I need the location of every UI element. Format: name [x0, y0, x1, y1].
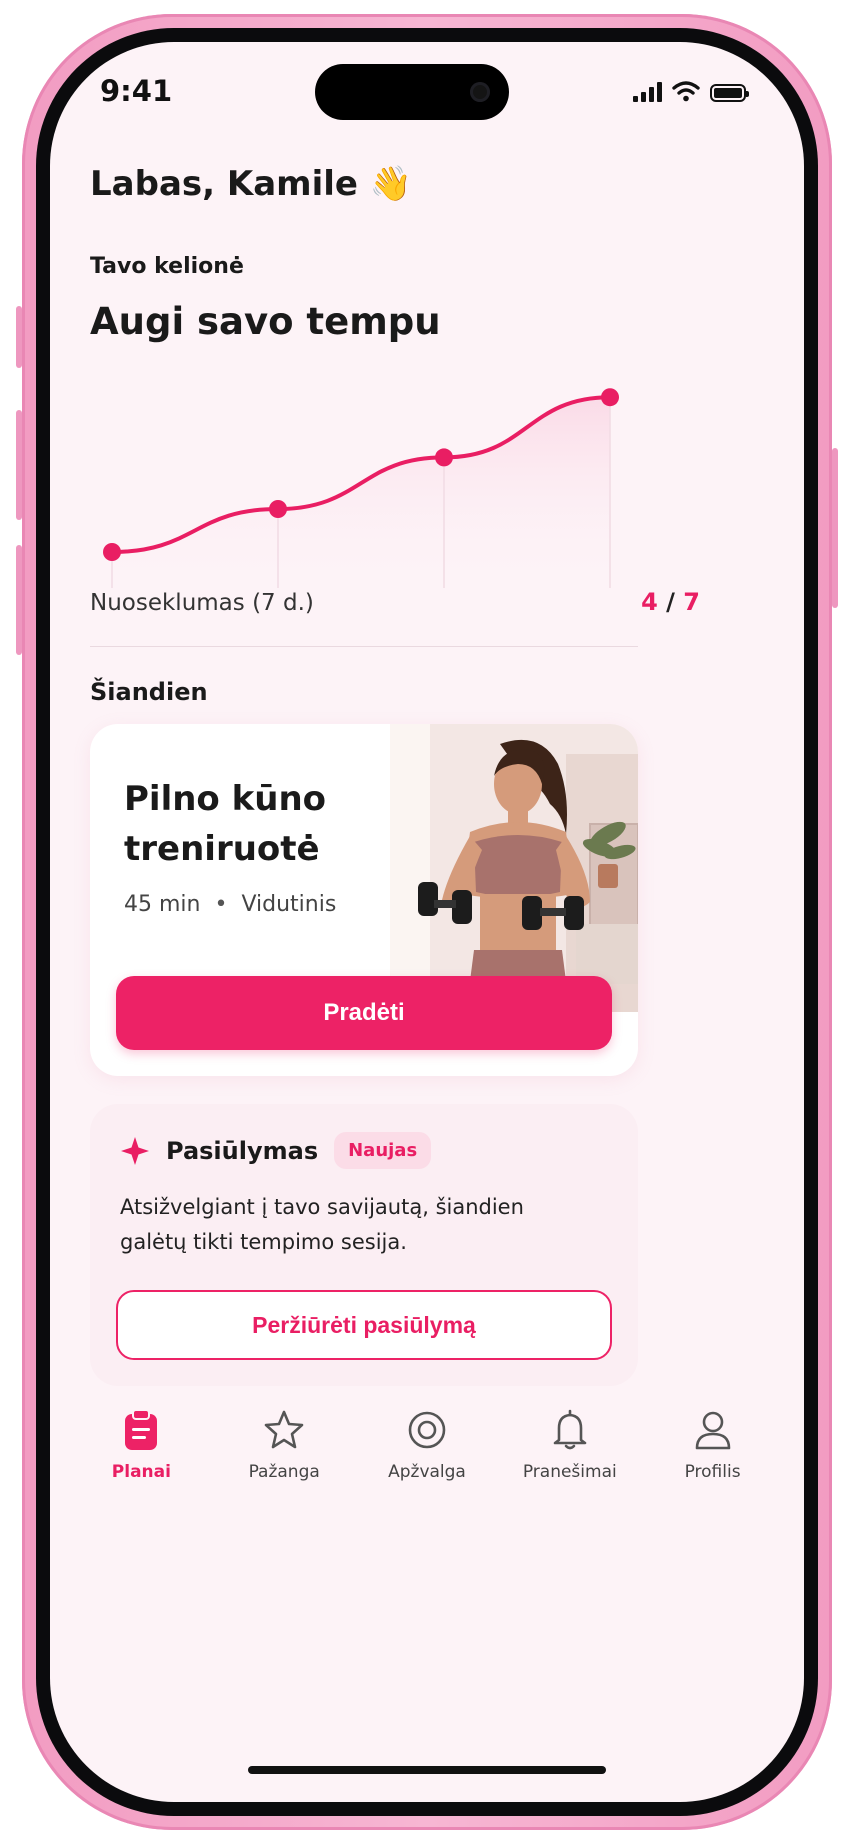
- workout-duration: 45 min: [124, 892, 201, 917]
- greeting: Labas, Kamile 👋: [90, 164, 413, 204]
- power-button: [832, 448, 838, 608]
- workout-meta: 45 min • Vidutinis: [124, 892, 336, 917]
- tab-apzvalga[interactable]: Apžvalga: [367, 1394, 487, 1534]
- start-button[interactable]: Pradėti: [116, 976, 612, 1050]
- tab-label-pazanga: Pažanga: [248, 1462, 320, 1482]
- clipboard-icon: [125, 1409, 158, 1450]
- chart-point-4: [601, 388, 619, 407]
- chart-point-1: [103, 543, 121, 561]
- status-icons: [633, 80, 749, 102]
- wifi-icon: [672, 81, 700, 102]
- journey-label: Tavo kelionė: [90, 254, 244, 279]
- consistency-label: Nuoseklumas (7 d.): [90, 590, 314, 616]
- status-time: 9:41: [100, 74, 173, 108]
- workout-title: Pilno kūno treniruotė: [124, 779, 327, 869]
- chart-area: [112, 397, 610, 588]
- meta-separator: •: [214, 892, 228, 917]
- tab-profilis[interactable]: Profilis: [653, 1394, 773, 1534]
- chart-point-2: [269, 500, 287, 518]
- camera-icon: [470, 82, 490, 102]
- action-button: [16, 306, 22, 368]
- tab-label-profilis: Profilis: [684, 1462, 741, 1482]
- tab-label-planai: Planai: [111, 1462, 171, 1482]
- progress-chart: [103, 388, 619, 588]
- consistency-done: 4: [641, 588, 658, 616]
- new-badge: Naujas: [334, 1132, 432, 1169]
- signal-icon: [633, 82, 662, 102]
- suggestion-header: Pasiūlymas Naujas: [120, 1132, 432, 1169]
- suggestion-text: Atsižvelgiant į tavo savijautą, šiandien…: [120, 1195, 524, 1254]
- divider: [90, 646, 638, 647]
- tab-label-apzvalga: Apžvalga: [388, 1462, 466, 1482]
- consistency-separator: /: [657, 588, 684, 616]
- consistency-total: 7: [683, 588, 700, 616]
- bell-icon: [553, 1409, 587, 1450]
- tab-bar: Planai Pažanga Apžvalga Pranešimai Profi…: [50, 1394, 804, 1534]
- battery-icon: [710, 84, 749, 102]
- workout-photo: [390, 724, 638, 1012]
- volume-down-button: [16, 545, 22, 655]
- user-icon: [695, 1411, 730, 1450]
- today-label: Šiandien: [90, 678, 208, 706]
- consistency-value: 4 / 7: [641, 588, 700, 616]
- tab-pazanga[interactable]: Pažanga: [224, 1394, 344, 1534]
- home-indicator: [248, 1766, 606, 1774]
- screen: 9:41 Labas, Kamile 👋 Tavo kelionė Augi s…: [50, 42, 804, 1802]
- target-icon: [408, 1411, 446, 1449]
- suggestion-card: Pasiūlymas Naujas Atsižvelgiant į tavo s…: [90, 1104, 638, 1386]
- tab-label-pranesimai: Pranešimai: [522, 1462, 617, 1482]
- chart-point-3: [435, 448, 453, 467]
- tab-pranesimai[interactable]: Pranešimai: [510, 1394, 630, 1534]
- workout-level: Vidutinis: [241, 892, 337, 917]
- star-icon: [264, 1410, 304, 1449]
- sparkle-icon: [121, 1136, 149, 1165]
- volume-up-button: [16, 410, 22, 520]
- view-suggestion-button[interactable]: Peržiūrėti pasiūlymą: [116, 1290, 612, 1360]
- workout-card[interactable]: Pilno kūno treniruotė 45 min • Vidutinis: [90, 724, 638, 1076]
- suggestion-title: Pasiūlymas: [166, 1136, 319, 1165]
- tab-planai[interactable]: Planai: [81, 1394, 201, 1534]
